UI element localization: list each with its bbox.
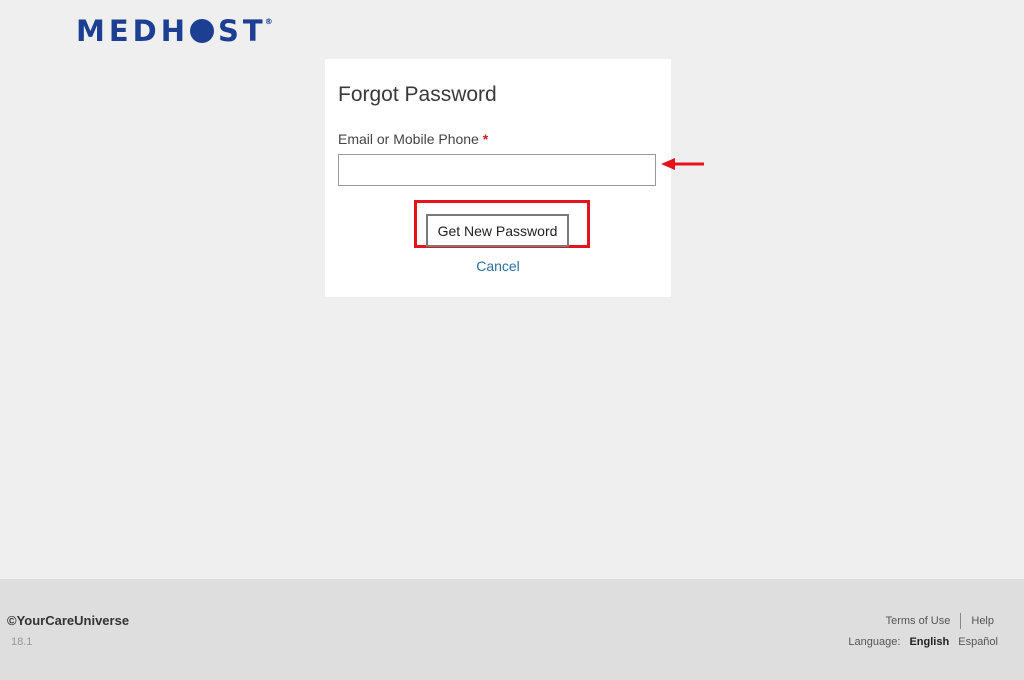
footer-links: Terms of Use Help (886, 613, 994, 629)
registered-mark: ® (264, 17, 273, 26)
email-or-phone-input[interactable] (338, 154, 656, 186)
required-marker: * (482, 131, 489, 147)
copyright-text: ©YourCareUniverse (7, 613, 130, 628)
help-link[interactable]: Help (971, 615, 994, 627)
logo-text-right: ST (218, 14, 267, 48)
version-text: 18.1 (11, 636, 33, 648)
terms-of-use-link[interactable]: Terms of Use (886, 615, 951, 627)
link-divider (960, 613, 962, 629)
left-arrow-icon (661, 158, 704, 170)
language-current: English (909, 636, 950, 648)
language-label: Language: (848, 636, 901, 648)
email-field-label: Email or Mobile Phone * (338, 131, 488, 147)
forgot-password-card: Forgot Password Email or Mobile Phone * … (325, 59, 671, 297)
logo-circle-icon (190, 19, 215, 43)
get-new-password-button[interactable]: Get New Password (426, 214, 569, 247)
email-field-label-text: Email or Mobile Phone (338, 131, 479, 147)
logo-text-left: MEDH (76, 14, 190, 48)
language-espanol-link[interactable]: Español (958, 636, 998, 648)
cancel-link[interactable]: Cancel (325, 258, 671, 274)
language-selector: Language: English Español (848, 636, 998, 648)
medhost-logo: MEDH ST ® (76, 14, 273, 48)
page-title: Forgot Password (338, 83, 497, 106)
footer: ©YourCareUniverse 18.1 Terms of Use Help… (0, 579, 1024, 680)
